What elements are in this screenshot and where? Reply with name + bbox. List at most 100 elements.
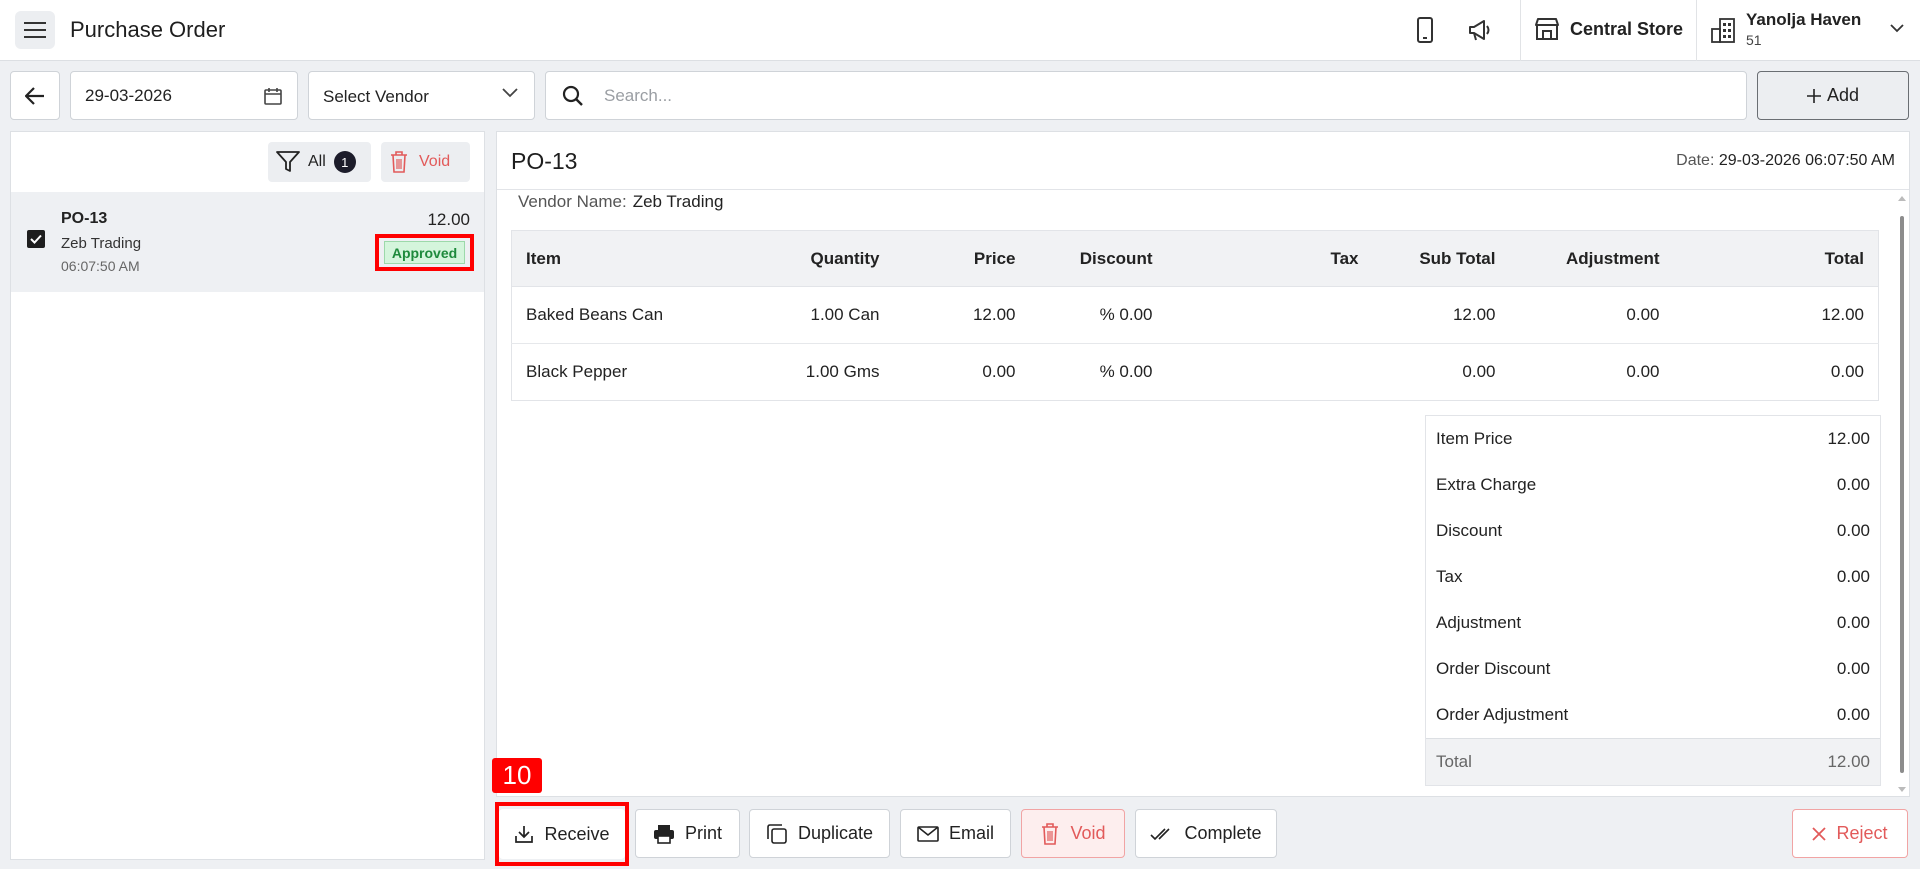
duplicate-label: Duplicate [797, 823, 874, 843]
status-highlight-box: Approved [375, 234, 474, 271]
order-amount: 12.00 [427, 210, 470, 229]
table-row: Black Pepper 1.00 Gms 0.00 % 0.00 0.00 0… [512, 344, 1879, 401]
scroll-down-arrow[interactable] [1898, 787, 1906, 792]
vendor-value: Zeb Trading [632, 192, 724, 211]
table-cell: 0.00 [1626, 362, 1660, 381]
table-cell: 1.00 Can [733, 286, 894, 344]
complete-button[interactable]: Complete [1135, 809, 1277, 858]
summary-label: Extra Charge [1436, 475, 1537, 494]
status-badge: Approved [384, 241, 465, 264]
step-marker: 10 [492, 758, 542, 793]
date-value: 29-03-2026 [85, 86, 172, 105]
detail-date: Date: 29-03-2026 06:07:50 AM [1676, 152, 1895, 170]
duplicate-button[interactable]: Duplicate [749, 809, 890, 858]
vendor-select-label: Select Vendor [323, 87, 429, 106]
table-cell: 0.00 [1509, 286, 1674, 344]
table-cell: % 0.00 [1029, 286, 1167, 344]
order-vendor: Zeb Trading [61, 235, 142, 252]
print-label: Print [684, 823, 722, 843]
hotel-name: Yanolja Haven [1746, 10, 1862, 29]
order-list-item[interactable]: PO-13 Zeb Trading 06:07:50 AM 12.00 Appr… [11, 192, 484, 292]
store-icon [1535, 18, 1559, 40]
order-detail-panel: PO-13 Date: 29-03-2026 06:07:50 AM Vendo… [496, 131, 1910, 797]
column-header: Item [511, 230, 734, 287]
table-cell: % 0.00 [1099, 362, 1153, 381]
scroll-thumb[interactable] [1900, 216, 1904, 773]
void-action-button[interactable]: Void [1021, 809, 1125, 858]
megaphone-icon [1469, 20, 1490, 41]
back-button[interactable] [10, 71, 60, 120]
order-checkbox[interactable] [27, 230, 45, 248]
date-value: 29-03-2026 06:07:50 AM [1718, 152, 1895, 169]
building-icon [1711, 18, 1735, 43]
table-cell [1166, 286, 1373, 344]
summary-label: Adjustment [1436, 613, 1522, 632]
printer-icon [653, 824, 674, 844]
checkmark-icon [30, 234, 42, 244]
announcement-button[interactable] [1466, 16, 1494, 44]
hamburger-menu-button[interactable] [15, 11, 55, 49]
items-table: Item Quantity Price Discount Tax Sub Tot… [511, 230, 1879, 401]
mobile-button[interactable] [1411, 16, 1439, 44]
date-picker[interactable]: 29-03-2026 [70, 71, 298, 120]
search-bar [545, 71, 1747, 120]
divider [1520, 0, 1521, 61]
hotel-code: 51 [1746, 32, 1762, 48]
arrow-left-icon [25, 86, 44, 105]
detail-title: PO-13 [511, 148, 578, 174]
filter-label: All [308, 153, 326, 170]
email-label: Email [948, 823, 994, 843]
reject-label: Reject [1836, 823, 1888, 843]
total-value: 12.00 [1827, 752, 1870, 771]
vendor-line: Vendor Name: Zeb Trading [518, 192, 723, 212]
reject-button[interactable]: Reject [1792, 809, 1908, 858]
add-button[interactable]: Add [1757, 71, 1909, 120]
void-action-label: Void [1070, 823, 1106, 843]
vendor-label: Vendor Name: [518, 192, 627, 211]
page-title: Purchase Order [70, 17, 226, 42]
receive-button[interactable]: Receive [499, 809, 625, 859]
table-cell: 0.00 [1462, 362, 1496, 381]
vendor-select[interactable]: Select Vendor [308, 71, 535, 120]
print-button[interactable]: Print [635, 809, 740, 858]
summary-label: Tax [1436, 567, 1463, 586]
trash-icon [391, 151, 407, 173]
receive-label: Receive [544, 823, 610, 844]
table-cell: Baked Beans Can [511, 286, 734, 344]
summary-value: 0.00 [1836, 521, 1870, 540]
search-input[interactable] [604, 84, 1704, 108]
plus-icon [1806, 88, 1821, 103]
summary-row: Order Adjustment 0.00 [1426, 692, 1880, 738]
complete-label: Complete [1184, 823, 1262, 843]
void-button[interactable]: Void [381, 142, 470, 182]
store-selector[interactable]: Central Store [1534, 17, 1683, 41]
calendar-icon[interactable] [263, 86, 283, 106]
date-label: Date: [1676, 152, 1715, 169]
copy-icon [767, 823, 787, 844]
hotel-selector[interactable]: Yanolja Haven 51 [1710, 10, 1915, 54]
table-cell: Black Pepper [526, 362, 628, 381]
total-label: Total [1436, 752, 1472, 771]
summary-value: 0.00 [1836, 659, 1870, 678]
filter-count-badge: 1 [333, 151, 356, 173]
column-header: Tax [1166, 230, 1373, 287]
mobile-icon [1417, 17, 1433, 43]
table-cell: 0.00 [1830, 362, 1864, 381]
table-cell: 1.00 Gms [805, 362, 880, 381]
summary-value: 0.00 [1836, 705, 1870, 724]
chevron-down-icon [502, 88, 518, 98]
table-cell: 12.00 [1372, 286, 1510, 344]
order-time: 06:07:50 AM [61, 258, 140, 274]
add-button-label: Add [1826, 85, 1860, 105]
scrollbar[interactable] [1895, 190, 1909, 796]
scroll-up-arrow[interactable] [1898, 196, 1906, 201]
close-icon [1812, 826, 1827, 841]
email-button[interactable]: Email [900, 809, 1011, 858]
order-id: PO-13 [61, 210, 108, 227]
double-check-icon [1150, 827, 1171, 840]
mail-icon [917, 825, 939, 842]
status-filter-button[interactable]: All 1 [268, 142, 371, 182]
summary-row: Discount 0.00 [1426, 508, 1880, 554]
store-name: Central Store [1570, 18, 1684, 39]
summary-row: Order Discount 0.00 [1426, 646, 1880, 692]
